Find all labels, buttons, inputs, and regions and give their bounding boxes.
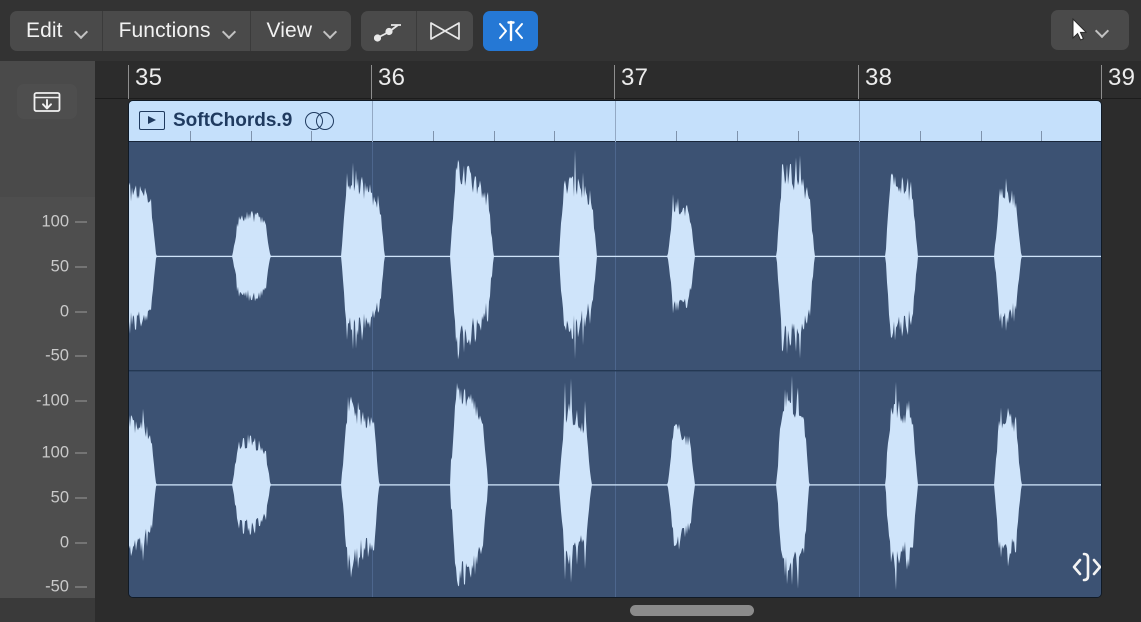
- axis-tick-mark: [75, 355, 87, 357]
- axis-tick-label: 50: [50, 257, 69, 276]
- region-name-label: SoftChords.9: [173, 110, 293, 131]
- waveform-zero-line: [129, 484, 1101, 486]
- axis-tick-mark: [75, 497, 87, 499]
- bottom-left-corner: [0, 598, 95, 622]
- axis-tick-label: -50: [45, 577, 69, 596]
- axis-tick-mark: [75, 266, 87, 268]
- left-column: 100500-50-100100500-50-100: [0, 61, 95, 622]
- import-to-track-button[interactable]: [17, 84, 77, 119]
- horizontal-scrollbar[interactable]: [95, 598, 1141, 622]
- region-beat-tick: [493, 131, 495, 141]
- play-region-icon[interactable]: [139, 111, 165, 130]
- region-beat-tick: [554, 131, 556, 141]
- axis-tick-mark: [75, 452, 87, 454]
- chevron-down-icon: [223, 27, 236, 35]
- region-resize-handle[interactable]: [1063, 549, 1101, 585]
- bar-ruler[interactable]: 35 36 37 38 39: [95, 61, 1141, 99]
- axis-tick-mark: [75, 311, 87, 312]
- ruler-bar-number: 35: [135, 64, 163, 91]
- scroll-thumb[interactable]: [630, 605, 754, 616]
- automation-curve-icon: [373, 23, 401, 42]
- flex-transient-button[interactable]: [483, 10, 539, 51]
- axis-tick-label: 50: [50, 488, 69, 507]
- box-arrow-down-icon: [33, 91, 61, 112]
- axis-tick-mark: [75, 586, 87, 588]
- region-beat-tick: [737, 131, 738, 141]
- region-beat-tick: [676, 131, 677, 141]
- axis-tick-label: 100: [41, 212, 69, 231]
- axis-tick-mark: [75, 542, 87, 543]
- chevron-down-icon: [324, 27, 337, 35]
- region-beat-tick: [432, 131, 434, 141]
- chevron-down-icon: [1096, 26, 1109, 34]
- axis-tick-mark: [75, 400, 87, 402]
- region-bar-line: [615, 101, 616, 142]
- chevron-down-icon: [75, 27, 88, 35]
- track-area: SoftChords.9: [95, 99, 1141, 598]
- menu-view[interactable]: View: [251, 11, 352, 51]
- axis-tick-label: 100: [41, 443, 69, 462]
- amplitude-axis-panel: 100500-50-100100500-50-100: [0, 197, 95, 622]
- menu-functions-label: Functions: [118, 18, 211, 42]
- stereo-channels-icon: [305, 112, 337, 130]
- region-bar-line: [372, 101, 373, 142]
- axis-tick-label: -50: [45, 346, 69, 365]
- axis-tick-label: 0: [59, 302, 69, 320]
- ruler-bar-number: 39: [1108, 64, 1136, 91]
- crossfade-button[interactable]: [417, 11, 473, 51]
- flex-transient-icon: [498, 20, 523, 41]
- tool-selector[interactable]: [1051, 10, 1129, 50]
- pointer-arrow-icon: [1072, 18, 1088, 41]
- ruler-bar-number: 36: [378, 64, 406, 91]
- audio-region[interactable]: SoftChords.9: [128, 100, 1102, 598]
- ruler-bar-number: 37: [621, 64, 649, 91]
- axis-tick-label: 0: [59, 533, 69, 551]
- region-beat-tick: [311, 131, 313, 141]
- waveform-zero-line: [129, 255, 1101, 258]
- region-beat-tick: [980, 131, 982, 141]
- region-beat-tick: [1041, 131, 1043, 141]
- toolbar: Edit Functions View: [0, 0, 1141, 61]
- region-beat-tick: [189, 131, 191, 141]
- resize-chevrons-icon: [1072, 552, 1101, 582]
- ruler-bar-number: 38: [865, 64, 893, 91]
- region-header[interactable]: SoftChords.9: [129, 101, 1101, 142]
- menu-view-label: View: [266, 18, 313, 42]
- crossfade-bowtie-icon: [430, 21, 460, 40]
- menu-edit-label: Edit: [26, 18, 63, 42]
- axis-tick-label: -100: [35, 391, 69, 410]
- region-bar-line: [859, 101, 860, 142]
- channel-divider: [129, 370, 1101, 372]
- audio-editor-window: Edit Functions View 100 50 0 -50 -100 10…: [0, 0, 1141, 622]
- menu-edit[interactable]: Edit: [10, 10, 103, 51]
- region-beat-tick: [798, 131, 799, 141]
- fade-tool-button[interactable]: [361, 10, 418, 51]
- tool-icon-group: [361, 10, 474, 51]
- menu-group: Edit Functions View: [10, 10, 352, 51]
- axis-tick-mark: [75, 221, 87, 223]
- region-beat-tick: [919, 131, 921, 141]
- region-beat-tick: [250, 131, 252, 141]
- waveform-display: [129, 142, 1101, 597]
- menu-functions[interactable]: Functions: [103, 10, 251, 51]
